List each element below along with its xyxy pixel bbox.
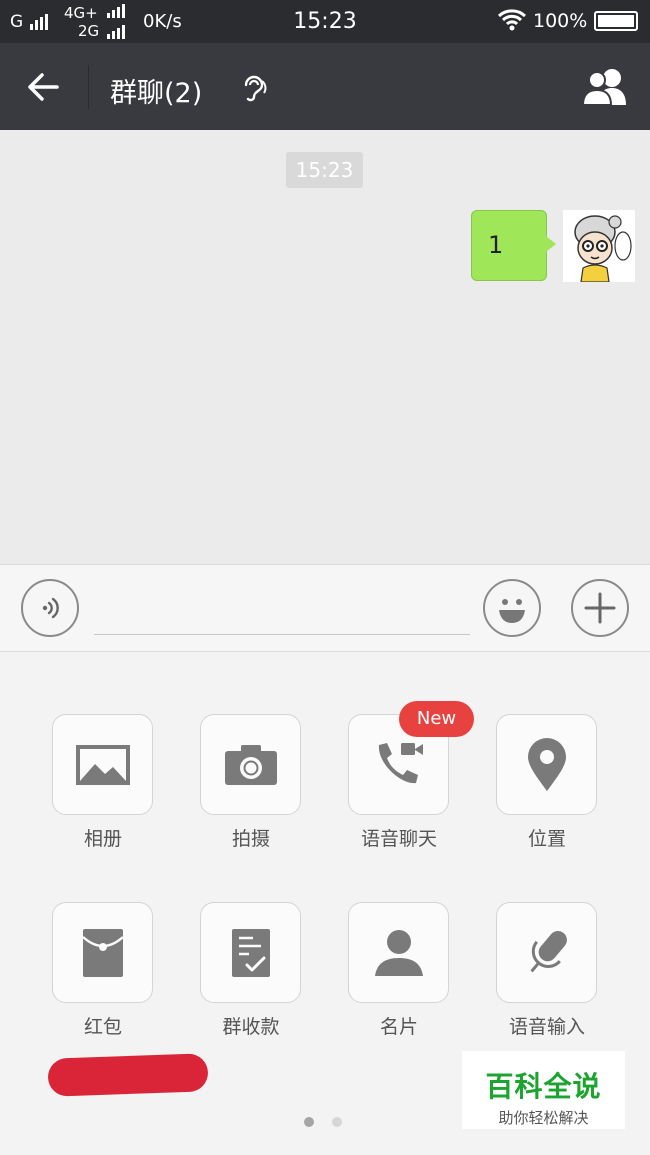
tool-tile[interactable]: [52, 714, 153, 815]
battery-icon: [594, 11, 638, 31]
emoji-button[interactable]: [483, 579, 541, 637]
camera-icon: [224, 744, 277, 785]
chat-title: 群聊(2): [110, 78, 203, 109]
watermark-subtitle: 助你轻松解决: [498, 1109, 589, 1127]
contact-card-icon: [374, 929, 423, 976]
tool-contact-card[interactable]: 名片: [348, 902, 450, 1038]
arrow-left-icon[interactable]: [22, 69, 66, 105]
page-indicator: [304, 1117, 342, 1127]
microphone-icon: [529, 930, 567, 972]
tool-group-collect[interactable]: 群收款: [200, 902, 302, 1038]
sent-message-bubble[interactable]: 1: [471, 210, 556, 281]
more-tools-button[interactable]: [571, 579, 629, 637]
plus-icon: [584, 592, 616, 624]
voice-input-button[interactable]: [21, 579, 79, 637]
voice-call-icon: [378, 742, 423, 783]
chat-messages-area: 15:23 1: [0, 130, 650, 564]
group-members-icon[interactable]: [580, 67, 632, 107]
tool-camera[interactable]: 拍摄: [200, 714, 302, 850]
photo-album-icon: [75, 744, 130, 785]
chat-header: 群聊(2): [0, 43, 650, 130]
watermark-title: 百科全说: [485, 1070, 602, 1103]
tool-tile[interactable]: New: [348, 701, 474, 815]
red-annotation-mark: [47, 1053, 209, 1097]
page-dot: [332, 1117, 342, 1127]
voice-input-icon: [42, 597, 59, 619]
new-badge: New: [399, 701, 474, 737]
tool-red-packet[interactable]: 红包: [52, 902, 154, 1038]
earpiece-mode-icon: [244, 75, 267, 102]
status-bar: G 4G+ 2G 0K/s 15:23 100%: [0, 0, 650, 43]
tool-tile[interactable]: [200, 902, 301, 1003]
location-pin-icon: [527, 737, 566, 791]
tool-voice-call[interactable]: New 语音聊天: [348, 701, 474, 850]
tool-voice-input[interactable]: 语音输入: [496, 902, 598, 1038]
tool-label: 语音输入: [508, 1016, 585, 1038]
avatar[interactable]: [563, 210, 635, 282]
message-timestamp: 15:23: [286, 152, 363, 188]
tool-label: 位置: [527, 828, 566, 850]
wifi-icon: [498, 9, 526, 31]
tool-location[interactable]: 位置: [496, 714, 598, 850]
header-divider: [88, 65, 89, 109]
battery-percent: 100%: [533, 10, 588, 32]
watermark: 百科全说 助你轻松解决: [462, 1051, 625, 1129]
page-dot-active: [304, 1117, 314, 1127]
emoji-icon: [499, 599, 525, 623]
tool-tile[interactable]: [200, 714, 301, 815]
tool-tile[interactable]: [496, 902, 597, 1003]
message-text-field[interactable]: [94, 587, 470, 635]
chat-input-bar: [0, 564, 650, 652]
tool-photo-album[interactable]: 相册: [52, 714, 154, 850]
group-collect-icon: [231, 928, 270, 977]
red-packet-icon: [81, 928, 124, 977]
tool-tile[interactable]: [52, 902, 153, 1003]
tool-tile[interactable]: [496, 714, 597, 815]
tool-tile[interactable]: [348, 902, 449, 1003]
